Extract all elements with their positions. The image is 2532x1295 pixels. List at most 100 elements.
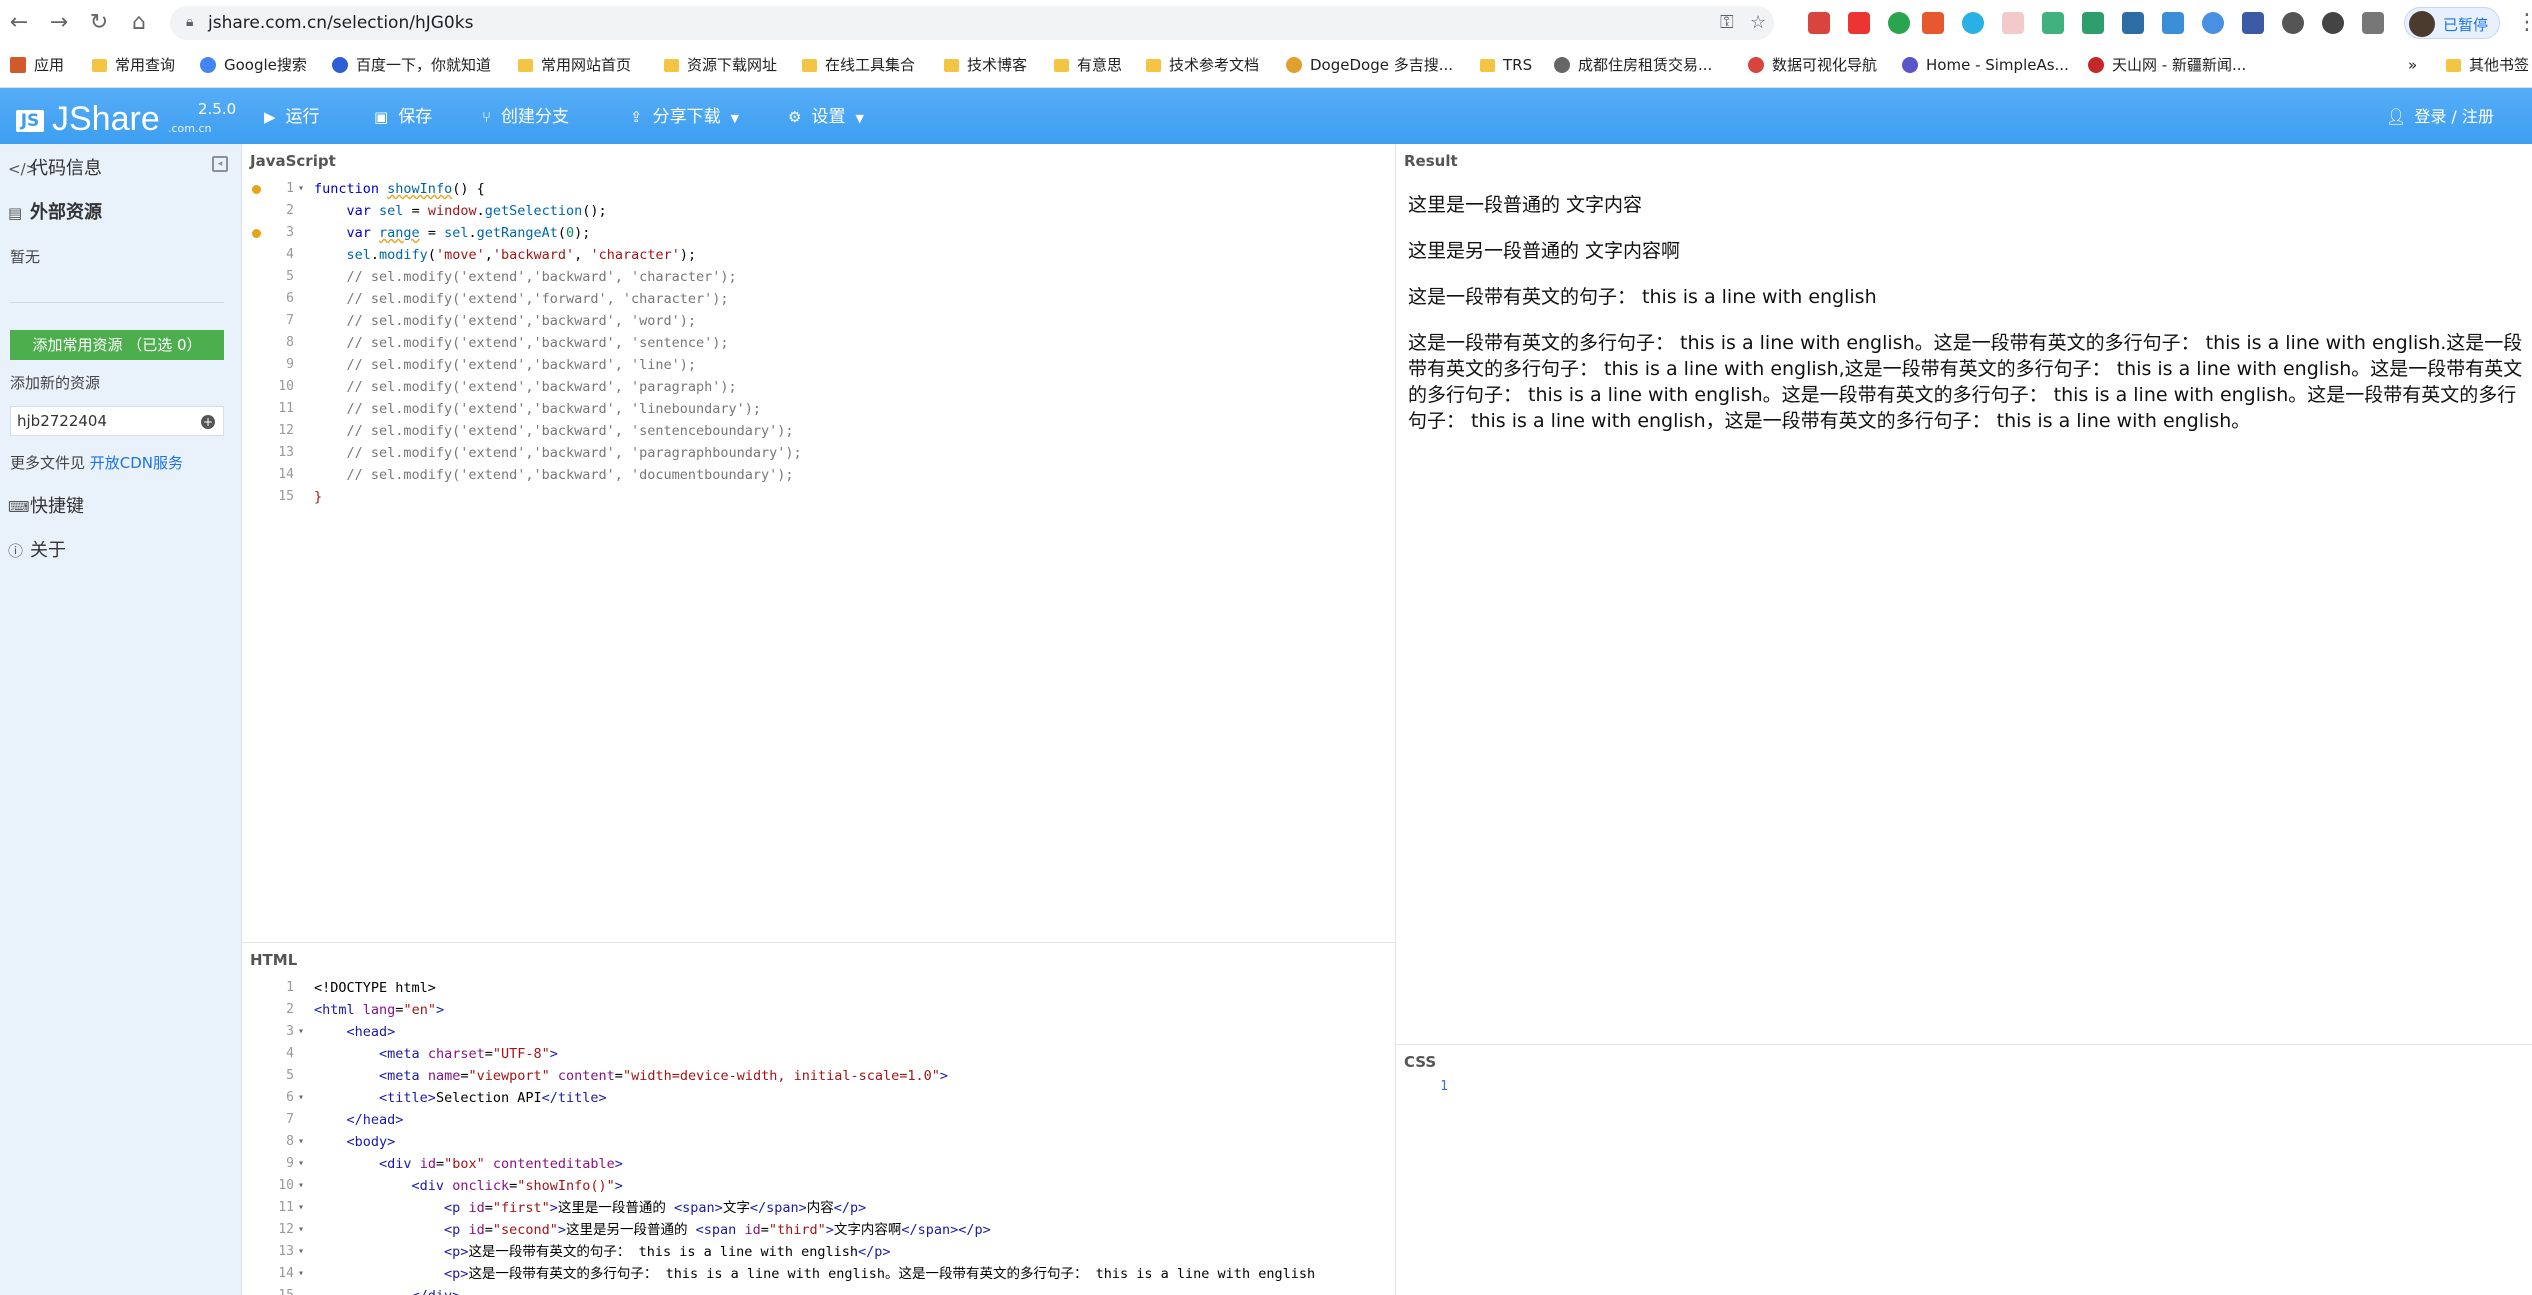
- bookmark-item[interactable]: Home - SimpleAs...: [1902, 52, 2069, 78]
- back-icon[interactable]: ←: [6, 10, 32, 36]
- run-button[interactable]: ▶ 运行: [264, 104, 320, 130]
- evernote-ext-icon[interactable]: [2322, 12, 2344, 34]
- sidebar-item-code-info[interactable]: </>代码信息: [8, 154, 102, 180]
- sidebar-item-shortcuts[interactable]: ⌨快捷键: [8, 492, 84, 518]
- fold-icon[interactable]: ▾: [298, 1175, 304, 1197]
- star-icon[interactable]: ☆: [1750, 12, 1766, 33]
- save-button[interactable]: ▣ 保存: [374, 104, 432, 130]
- code-text[interactable]: <div id="box" contenteditable>: [314, 1153, 623, 1175]
- code-line[interactable]: 14 ▾ <p>这是一段带有英文的多行句子： this is a line wit…: [242, 1263, 1395, 1285]
- forward-icon[interactable]: →: [46, 10, 72, 36]
- code-line[interactable]: 8 // sel.modify('extend','backward', 'se…: [242, 332, 1395, 354]
- code-line[interactable]: 13 // sel.modify('extend','backward', 'p…: [242, 442, 1395, 464]
- code-line[interactable]: 1 <!DOCTYPE html>: [242, 977, 1395, 999]
- code-line[interactable]: 9 ▾ <div id="box" contenteditable>: [242, 1153, 1395, 1175]
- cdn-link[interactable]: 开放CDN服务: [90, 454, 183, 472]
- code-text[interactable]: sel.modify('move','backward', 'character…: [314, 244, 697, 266]
- add-icon[interactable]: +: [201, 415, 215, 429]
- bookmark-other[interactable]: 其他书签: [2446, 52, 2529, 78]
- profile-button[interactable]: 已暂停: [2404, 7, 2500, 39]
- code-text[interactable]: <p id="first">这里是一段普通的 <span>文字</span>内容…: [314, 1197, 866, 1219]
- sidebar-item-about[interactable]: ⓘ 关于: [8, 536, 66, 562]
- html-code[interactable]: 1 <!DOCTYPE html> 2 <html lang="en"> 3 ▾ <hea…: [242, 977, 1395, 1295]
- code-line[interactable]: 2 var sel = window.getSelection();: [242, 200, 1395, 222]
- code-line[interactable]: 3 ▾ <head>: [242, 1021, 1395, 1043]
- bookmark-item[interactable]: 成都住房租赁交易...: [1554, 52, 1712, 78]
- bookmark-item[interactable]: TRS: [1480, 52, 1532, 78]
- code-text[interactable]: <meta charset="UTF-8">: [314, 1043, 558, 1065]
- bookmark-item[interactable]: 资源下载网址: [664, 52, 777, 78]
- address-bar[interactable]: 🔒︎ jshare.com.cn/selection/hJG0ks ⚿ ☆: [170, 6, 1774, 40]
- code-line[interactable]: 12 // sel.modify('extend','backward', 's…: [242, 420, 1395, 442]
- code-line[interactable]: 1 ▾ function showInfo() {: [242, 178, 1395, 200]
- code-line[interactable]: 11 ▾ <p id="first">这里是一段普通的 <span>文字</spa…: [242, 1197, 1395, 1219]
- javascript-editor[interactable]: JavaScript 1 ▾ function showInfo() {2 var …: [242, 144, 1396, 942]
- code-text[interactable]: <p>这是一段带有英文的句子： this is a line with engl…: [314, 1241, 890, 1263]
- bookmark-item[interactable]: 常用网站首页: [518, 52, 631, 78]
- code-text[interactable]: // sel.modify('extend','backward', 'char…: [314, 266, 737, 288]
- code-line[interactable]: 4 sel.modify('move','backward', 'charact…: [242, 244, 1395, 266]
- bookmark-item[interactable]: 在线工具集合: [802, 52, 915, 78]
- code-line[interactable]: 9 // sel.modify('extend','backward', 'li…: [242, 354, 1395, 376]
- bookmark-item[interactable]: 天山网 - 新疆新闻...: [2088, 52, 2246, 78]
- reload-icon[interactable]: ↻: [86, 10, 112, 36]
- result-paragraph-2[interactable]: 这里是另一段普通的 文字内容啊: [1408, 238, 2524, 264]
- bookmark-item[interactable]: Google搜索: [200, 52, 307, 78]
- ext-icon-8[interactable]: [2082, 12, 2104, 34]
- code-text[interactable]: // sel.modify('extend','backward', 'docu…: [314, 464, 794, 486]
- check-ext-icon[interactable]: [2202, 12, 2224, 34]
- bookmark-item[interactable]: 技术博客: [944, 52, 1027, 78]
- puzzle-icon[interactable]: [2362, 12, 2384, 34]
- code-text[interactable]: var range = sel.getRangeAt(0);: [314, 222, 591, 244]
- collapse-sidebar-icon[interactable]: ◂: [212, 156, 228, 172]
- shield-ext-icon[interactable]: [2162, 12, 2184, 34]
- code-text[interactable]: <body>: [314, 1131, 396, 1153]
- fold-icon[interactable]: ▾: [298, 178, 304, 200]
- code-text[interactable]: <meta name="viewport" content="width=dev…: [314, 1065, 948, 1087]
- share-button[interactable]: ⇪ 分享下载 ▼: [630, 104, 739, 130]
- bookmark-item[interactable]: 百度一下，你就知道: [332, 52, 491, 78]
- code-text[interactable]: }: [314, 486, 322, 508]
- lock-icon[interactable]: 🔒︎: [186, 14, 193, 30]
- sidebar-item-external[interactable]: ▤ 外部资源: [8, 198, 102, 224]
- calendar-ext-icon[interactable]: [2242, 12, 2264, 34]
- code-line[interactable]: 12 ▾ <p id="second">这里是另一段普通的 <span id="t…: [242, 1219, 1395, 1241]
- fold-icon[interactable]: ▾: [298, 1219, 304, 1241]
- fold-icon[interactable]: ▾: [298, 1263, 304, 1285]
- code-text[interactable]: // sel.modify('extend','backward', 'para…: [314, 442, 802, 464]
- code-line[interactable]: 7 </head>: [242, 1109, 1395, 1131]
- css-editor[interactable]: CSS 1: [1396, 1044, 2532, 1295]
- code-line[interactable]: 15}: [242, 486, 1395, 508]
- code-line[interactable]: 13 ▾ <p>这是一段带有英文的句子： this is a line with …: [242, 1241, 1395, 1263]
- bookmark-item[interactable]: 数据可视化导航: [1748, 52, 1877, 78]
- fork-button[interactable]: ⑂ 创建分支: [482, 104, 569, 130]
- result-paragraph-1[interactable]: 这里是一段普通的 文字内容: [1408, 192, 2524, 218]
- result-paragraph-4[interactable]: 这是一段带有英文的多行句子： this is a line with engli…: [1408, 330, 2524, 434]
- code-line[interactable]: 10 ▾ <div onclick="showInfo()">: [242, 1175, 1395, 1197]
- code-line[interactable]: 2 <html lang="en">: [242, 999, 1395, 1021]
- result-content[interactable]: 这里是一段普通的 文字内容 这里是另一段普通的 文字内容啊 这是一段带有英文的句…: [1408, 192, 2524, 454]
- home-icon[interactable]: ⌂: [126, 10, 152, 36]
- angular-ext-icon[interactable]: [1808, 12, 1830, 34]
- result-paragraph-3[interactable]: 这是一段带有英文的句子： this is a line with english: [1408, 284, 2524, 310]
- menu-icon[interactable]: ⋮: [2516, 10, 2532, 35]
- code-line[interactable]: 5 // sel.modify('extend','backward', 'ch…: [242, 266, 1395, 288]
- code-line[interactable]: 7 // sel.modify('extend','backward', 'wo…: [242, 310, 1395, 332]
- bookmark-item[interactable]: 常用查询: [92, 52, 175, 78]
- code-line[interactable]: 15 </div>: [242, 1285, 1395, 1295]
- code-text[interactable]: <div onclick="showInfo()">: [314, 1175, 623, 1197]
- code-text[interactable]: <head>: [314, 1021, 396, 1043]
- bookmark-item[interactable]: 有意思: [1054, 52, 1122, 78]
- code-text[interactable]: // sel.modify('extend','backward', 'line…: [314, 354, 697, 376]
- code-text[interactable]: var sel = window.getSelection();: [314, 200, 607, 222]
- code-line[interactable]: 3 var range = sel.getRangeAt(0);: [242, 222, 1395, 244]
- code-text[interactable]: // sel.modify('extend','backward', 'line…: [314, 398, 762, 420]
- bookmarks-overflow[interactable]: »: [2408, 52, 2417, 78]
- code-text[interactable]: <p id="second">这里是另一段普通的 <span id="third…: [314, 1219, 991, 1241]
- github-ext-icon[interactable]: [2282, 12, 2304, 34]
- bookmark-item[interactable]: 技术参考文档: [1146, 52, 1259, 78]
- vue-ext-icon[interactable]: [2042, 12, 2064, 34]
- fold-icon[interactable]: ▾: [298, 1197, 304, 1219]
- code-line[interactable]: 5 <meta name="viewport" content="width=d…: [242, 1065, 1395, 1087]
- ext-icon-5[interactable]: [1962, 12, 1984, 34]
